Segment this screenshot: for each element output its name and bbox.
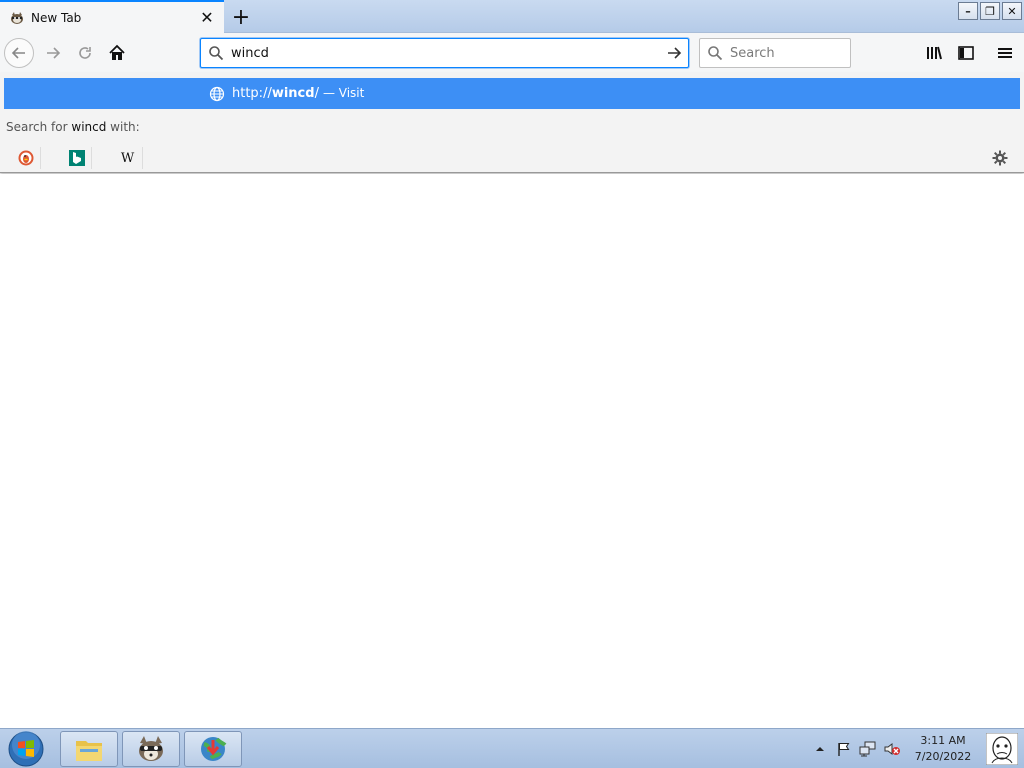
one-off-search-engines: W [0, 143, 1024, 173]
search-icon [700, 45, 730, 61]
back-arrow-icon [11, 47, 25, 59]
search-input[interactable] [730, 45, 840, 61]
tab-close-icon[interactable]: ✕ [196, 7, 218, 29]
action-center-button[interactable] [832, 737, 856, 761]
forward-button[interactable] [38, 38, 68, 68]
home-button[interactable] [102, 38, 132, 68]
url-autocomplete-popup: http://wincd/— Visit Search for wincd wi… [0, 73, 1024, 173]
search-settings-button[interactable] [990, 148, 1010, 168]
go-arrow-icon[interactable] [660, 45, 688, 61]
taskbar-file-explorer[interactable] [60, 731, 118, 767]
taskbar-clock[interactable]: 3:11 AM 7/20/2022 [910, 733, 976, 765]
gear-icon [992, 150, 1008, 166]
autocomplete-visit-row[interactable]: http://wincd/— Visit [4, 78, 1020, 109]
show-desktop-button[interactable] [980, 730, 1024, 768]
taskbar: 3:11 AM 7/20/2022 [0, 728, 1024, 768]
network-icon [859, 741, 876, 757]
volume-muted-icon [884, 743, 900, 755]
page-content [0, 174, 1024, 728]
url-input[interactable] [231, 45, 660, 61]
restore-button[interactable]: ❐ [980, 2, 1000, 20]
visit-action: — Visit [322, 86, 365, 100]
chevron-up-icon [816, 747, 824, 751]
autocomplete-url: http://wincd/— Visit [232, 86, 364, 101]
search-bar[interactable] [699, 38, 851, 68]
url-trailing: / [314, 86, 319, 101]
windows-start-orb-icon [8, 731, 44, 767]
wikipedia-icon: W [120, 150, 135, 166]
tab-new-tab[interactable]: New Tab ✕ [0, 0, 224, 33]
library-button[interactable] [919, 38, 949, 68]
reload-button[interactable] [70, 38, 100, 68]
tab-title: New Tab [31, 10, 82, 25]
back-button[interactable] [4, 38, 34, 68]
reload-icon [79, 47, 91, 59]
start-button[interactable] [5, 730, 47, 768]
search-for-prefix: Search for [6, 120, 68, 134]
url-scheme: http:// [232, 86, 272, 101]
raccoon-app-icon [139, 736, 163, 761]
network-button[interactable] [856, 737, 880, 761]
sidebar-button[interactable] [951, 38, 981, 68]
system-tray: 3:11 AM 7/20/2022 [808, 729, 1024, 768]
window-close-button[interactable]: ✕ [1002, 2, 1022, 20]
show-hidden-icons-button[interactable] [808, 737, 832, 761]
sidebar-icon [958, 46, 974, 60]
search-for-term: wincd [71, 120, 107, 134]
engine-wikipedia[interactable]: W [113, 147, 143, 169]
search-for-suffix: with: [110, 120, 140, 134]
navigation-toolbar [0, 33, 1024, 73]
menu-button[interactable] [990, 38, 1020, 68]
hamburger-menu-icon [998, 48, 1012, 58]
engine-duckduckgo[interactable] [11, 147, 41, 169]
clock-time: 3:11 AM [920, 734, 966, 747]
raccoon-favicon-icon [11, 11, 23, 24]
forward-arrow-icon [47, 47, 61, 59]
home-icon [109, 44, 125, 60]
engine-bing[interactable] [62, 147, 92, 169]
window-controls: – ❐ ✕ [958, 2, 1022, 20]
globe-download-app-icon [201, 737, 227, 761]
file-explorer-icon [76, 741, 102, 761]
search-icon [201, 45, 231, 61]
clock-date: 7/20/2022 [914, 750, 972, 763]
tab-strip: New Tab ✕ + – ❐ ✕ [0, 0, 1024, 33]
duckduckgo-icon [18, 150, 33, 166]
new-tab-button[interactable]: + [228, 4, 254, 30]
user-avatar-icon [986, 733, 1018, 765]
url-host: wincd [271, 86, 315, 101]
search-for-label: Search for wincd with: [6, 120, 140, 134]
minimize-button[interactable]: – [958, 2, 978, 20]
volume-button[interactable] [880, 737, 904, 761]
library-icon [927, 46, 942, 60]
taskbar-globe-download-app[interactable] [184, 731, 242, 767]
globe-icon [209, 86, 225, 102]
taskbar-raccoon-app[interactable] [122, 731, 180, 767]
bing-icon [68, 150, 85, 166]
url-bar[interactable] [200, 38, 689, 68]
flag-icon [838, 743, 850, 756]
